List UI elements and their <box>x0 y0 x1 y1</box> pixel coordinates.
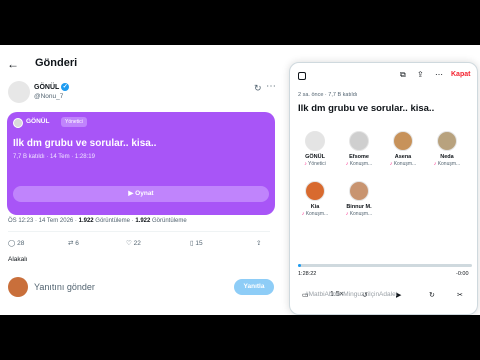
speaker-item[interactable]: Binnur M. ♪ Konuşm... <box>339 181 379 217</box>
share-icon[interactable]: ⇪ <box>256 239 261 247</box>
speaker-name: Kia <box>310 204 320 210</box>
speaker-name: Binnur M. <box>346 204 372 210</box>
space-player-panel: ⧉ ⇪ ⋯ Kapat 2 sa. önce · 7,7 B katıldı I… <box>289 62 478 315</box>
speaker-name: Neda <box>440 154 454 160</box>
speaker-avatar <box>437 131 457 151</box>
current-time: 1:28:22 <box>298 271 317 277</box>
share-icon[interactable]: ⇪ <box>417 70 424 79</box>
speaker-item[interactable]: GÖNÜL ♪ Yönetici <box>295 131 335 167</box>
reply-action[interactable]: ◯ 28 <box>8 239 24 247</box>
reply-input[interactable]: Yanıtını gönder <box>34 282 95 292</box>
more-icon[interactable]: ⋯ <box>266 81 276 92</box>
space-title: Ilk dm grubu ve sorular.. kisa.. <box>13 138 157 149</box>
action-bar: ◯ 28 ⇄ 6 ♡ 22 ▯ 15 ⇪ <box>8 239 270 251</box>
speaker-item[interactable]: Asena ♪ Konuşm... <box>383 131 423 167</box>
post-page: ← Gönderi GÖNÜL ✓ @Nonu_7 ↻ ⋯ GÖNÜL Yönet… <box>0 45 480 315</box>
divider <box>8 231 270 232</box>
collapse-icon[interactable] <box>298 72 306 80</box>
clip-icon[interactable]: ✂ <box>457 291 463 299</box>
space-host-avatar <box>13 118 23 128</box>
speaker-role: ♪ Konuşm... <box>301 211 329 217</box>
speaker-role: ♪ Konuşm... <box>345 161 373 167</box>
mic-icon: ♪ <box>433 161 437 167</box>
dock-icon[interactable]: ⧉ <box>400 70 406 80</box>
author-avatar[interactable] <box>8 81 30 103</box>
remaining-time: -0:00 <box>456 271 469 277</box>
mic-icon: ♪ <box>304 161 307 167</box>
speaker-name: Asena <box>394 154 412 160</box>
repost-icon: ⇄ <box>68 240 74 247</box>
space-card[interactable]: GÖNÜL Yönetici Ilk dm grubu ve sorular..… <box>7 112 275 215</box>
bookmark-action[interactable]: ▯ 15 <box>190 239 203 247</box>
page-title: Gönderi <box>35 57 78 69</box>
more-icon[interactable]: ⋯ <box>435 70 443 79</box>
speaker-avatar <box>349 131 369 151</box>
speaker-avatar <box>305 181 325 201</box>
speaker-avatar <box>349 181 369 201</box>
repost-action[interactable]: ⇄ 6 <box>68 239 79 247</box>
speaker-role: ♪ Yönetici <box>304 161 326 167</box>
speaker-avatar <box>393 131 413 151</box>
reply-button[interactable]: Yanıtla <box>234 279 274 295</box>
grok-icon[interactable]: ↻ <box>254 83 262 94</box>
like-action[interactable]: ♡ 22 <box>126 239 141 247</box>
mic-icon: ♪ <box>389 161 393 167</box>
post-meta: ÖS 12:23 · 14 Tem 2026 · 1.922 Görüntüle… <box>8 218 187 224</box>
heart-icon: ♡ <box>126 240 132 247</box>
author-handle[interactable]: @Nonu_7 <box>34 93 63 100</box>
play-button[interactable]: ▶ Oynat <box>13 186 269 202</box>
speaker-role: ♪ Konuşm... <box>345 211 373 217</box>
space-title: Ilk dm grubu ve sorular.. kisa.. <box>298 103 435 114</box>
space-host-name: GÖNÜL <box>26 118 50 125</box>
progress-bar[interactable] <box>298 264 472 267</box>
verified-icon: ✓ <box>61 83 70 91</box>
hashtag-text: #MatbiAhmetMinguzziIçinAdalet <box>305 291 398 298</box>
speaker-avatar <box>305 131 325 151</box>
mic-icon: ♪ <box>345 161 349 167</box>
bookmark-icon: ▯ <box>190 240 194 247</box>
speaker-name: Efsome <box>349 154 369 160</box>
my-avatar <box>8 277 28 297</box>
host-badge: Yönetici <box>61 117 87 127</box>
reply-icon: ◯ <box>8 240 16 247</box>
author-name[interactable]: GÖNÜL ✓ <box>34 83 70 91</box>
speaker-name: GÖNÜL <box>305 154 325 160</box>
relevant-label[interactable]: Alakalı <box>8 256 28 263</box>
close-button[interactable]: Kapat <box>451 71 470 78</box>
forward-icon[interactable]: ↻ <box>429 291 435 299</box>
speaker-item[interactable]: Efsome ♪ Konuşm... <box>339 131 379 167</box>
mic-icon: ♪ <box>345 211 349 217</box>
speaker-role: ♪ Konuşm... <box>389 161 417 167</box>
space-meta: 2 sa. önce · 7,7 B katıldı <box>298 92 358 98</box>
speaker-item[interactable]: Kia ♪ Konuşm... <box>295 181 335 217</box>
progress-fill <box>298 264 302 267</box>
speaker-item[interactable]: Neda ♪ Konuşm... <box>427 131 467 167</box>
space-meta: 7,7 B katıldı · 14 Tem · 1:28:19 <box>13 154 95 160</box>
mic-icon: ♪ <box>301 211 305 217</box>
back-arrow-icon[interactable]: ← <box>7 57 19 71</box>
speaker-role: ♪ Konuşm... <box>433 161 461 167</box>
